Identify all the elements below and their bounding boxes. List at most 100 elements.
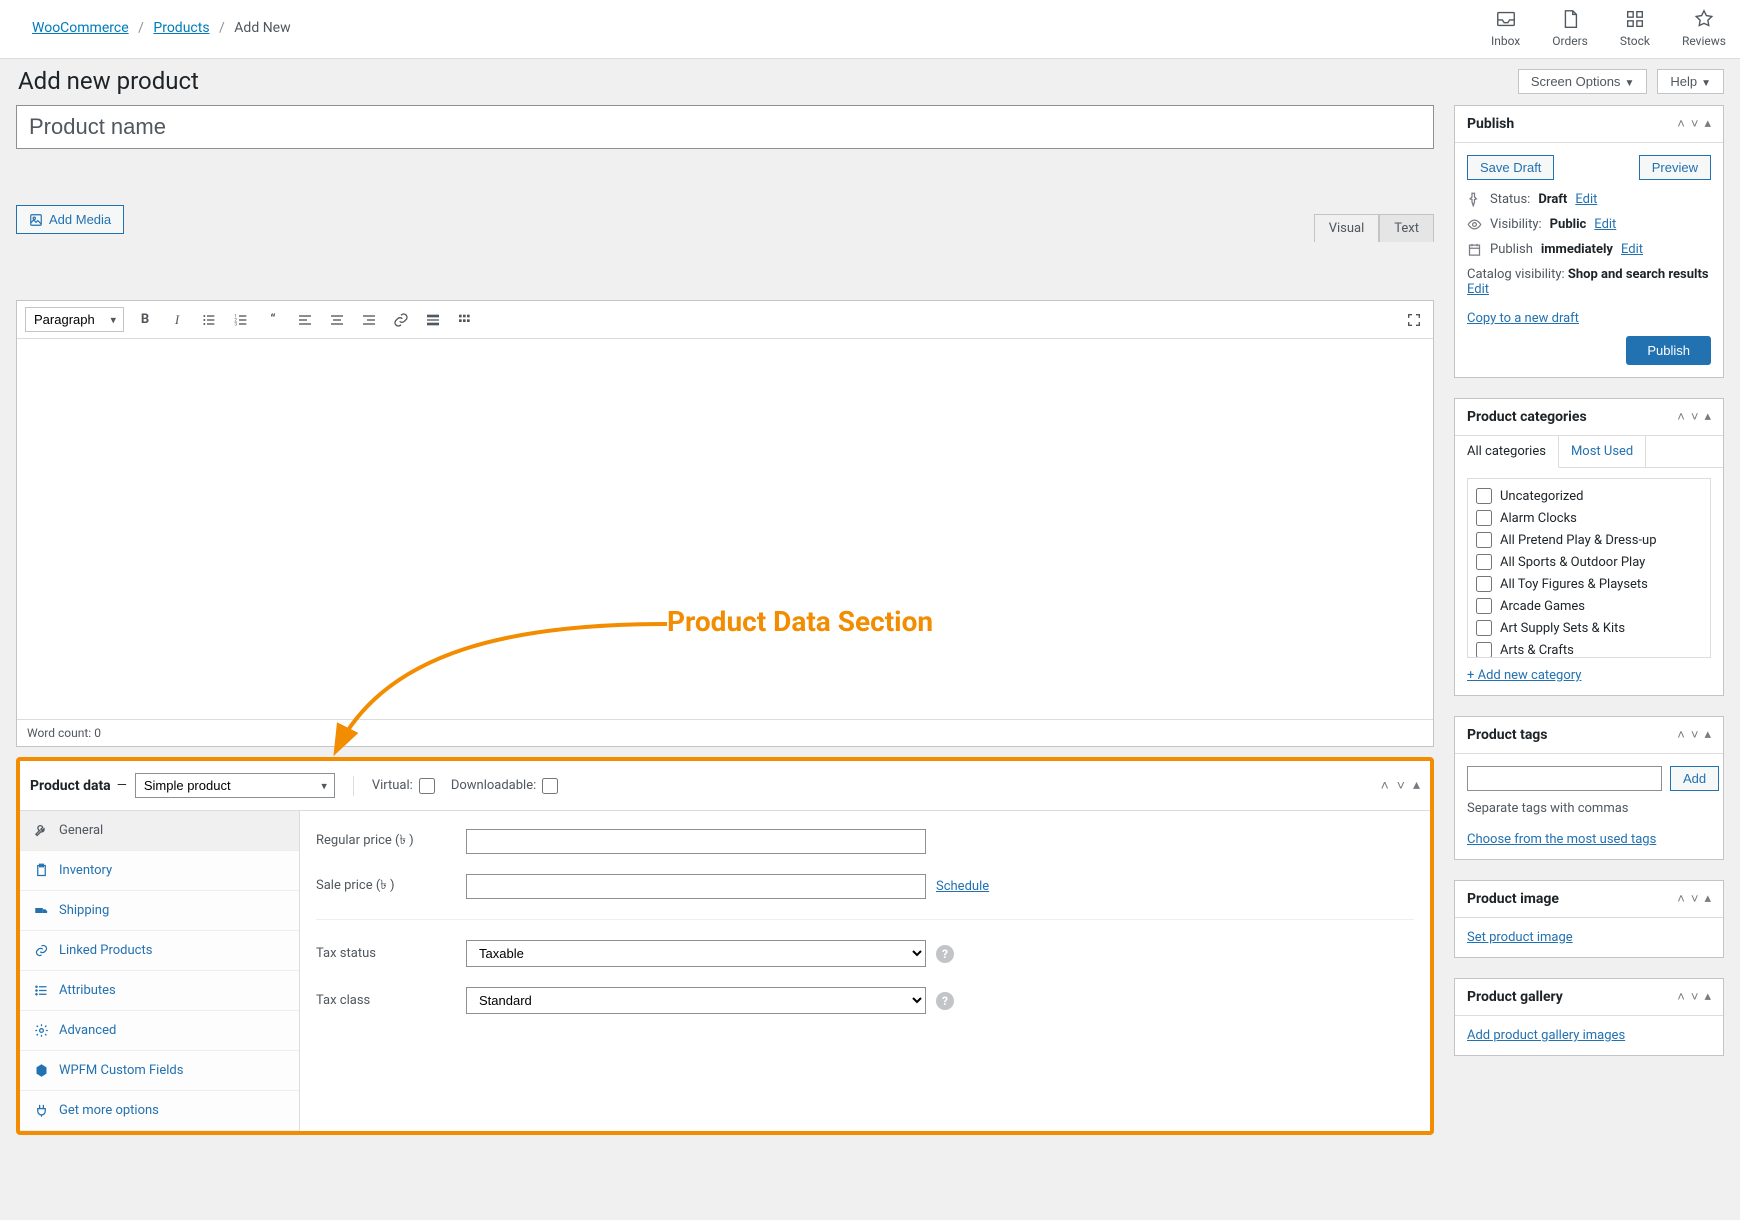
category-item[interactable]: All Pretend Play & Dress-up	[1476, 529, 1702, 551]
paragraph-select[interactable]: Paragraph	[25, 307, 124, 332]
tab-wpfm[interactable]: WPFM Custom Fields	[20, 1051, 299, 1091]
move-down-icon[interactable]: ˅	[1691, 989, 1699, 1005]
category-checkbox[interactable]	[1476, 642, 1492, 658]
align-left-button[interactable]	[294, 309, 316, 331]
tab-advanced[interactable]: Advanced	[20, 1011, 299, 1051]
toolbar-toggle-button[interactable]	[454, 309, 476, 331]
schedule-link[interactable]: Schedule	[936, 879, 989, 894]
category-checkbox[interactable]	[1476, 620, 1492, 636]
stock-button[interactable]: Stock	[1620, 8, 1650, 48]
categories-tab-most-used[interactable]: Most Used	[1559, 436, 1646, 467]
toggle-icon[interactable]: ▴	[1704, 989, 1711, 1005]
gear-icon	[34, 1023, 49, 1038]
category-checkbox[interactable]	[1476, 510, 1492, 526]
italic-button[interactable]: I	[166, 309, 188, 331]
breadcrumb-products[interactable]: Products	[153, 20, 209, 36]
breadcrumb-woocommerce[interactable]: WooCommerce	[32, 20, 129, 36]
toggle-icon[interactable]: ▴	[1704, 727, 1711, 743]
toggle-icon[interactable]: ▴	[1704, 116, 1711, 132]
category-item[interactable]: Uncategorized	[1476, 485, 1702, 507]
tab-linked-products[interactable]: Linked Products	[20, 931, 299, 971]
sale-price-input[interactable]	[466, 874, 926, 899]
breadcrumb-current: Add New	[234, 20, 290, 36]
publish-button[interactable]: Publish	[1626, 336, 1711, 365]
help-icon[interactable]: ?	[936, 992, 954, 1010]
tag-input[interactable]	[1467, 766, 1662, 791]
move-down-icon[interactable]: ˅	[1691, 727, 1699, 743]
reviews-button[interactable]: Reviews	[1682, 8, 1726, 48]
move-down-icon[interactable]: ˅	[1691, 409, 1699, 425]
activity-panel: Inbox Orders Stock Reviews	[1491, 8, 1726, 48]
move-down-icon[interactable]: ˅	[1397, 777, 1405, 794]
help-button[interactable]: Help▼	[1657, 69, 1724, 94]
category-item[interactable]: All Toy Figures & Playsets	[1476, 573, 1702, 595]
move-up-icon[interactable]: ˄	[1677, 116, 1685, 132]
category-checkbox[interactable]	[1476, 598, 1492, 614]
move-down-icon[interactable]: ˅	[1691, 116, 1699, 132]
edit-visibility-link[interactable]: Edit	[1594, 217, 1616, 232]
toggle-icon[interactable]: ▴	[1704, 409, 1711, 425]
save-draft-button[interactable]: Save Draft	[1467, 155, 1554, 180]
move-up-icon[interactable]: ˄	[1677, 409, 1685, 425]
move-up-icon[interactable]: ˄	[1677, 891, 1685, 907]
move-up-icon[interactable]: ˄	[1677, 727, 1685, 743]
regular-price-input[interactable]	[466, 829, 926, 854]
screen-options-button[interactable]: Screen Options▼	[1518, 69, 1648, 94]
tab-inventory[interactable]: Inventory	[20, 851, 299, 891]
edit-status-link[interactable]: Edit	[1575, 192, 1597, 207]
move-down-icon[interactable]: ˅	[1691, 891, 1699, 907]
category-item[interactable]: All Sports & Outdoor Play	[1476, 551, 1702, 573]
align-right-button[interactable]	[358, 309, 380, 331]
copy-to-draft-link[interactable]: Copy to a new draft	[1467, 311, 1579, 326]
category-item[interactable]: Arts & Crafts	[1476, 639, 1702, 658]
add-gallery-images-link[interactable]: Add product gallery images	[1467, 1028, 1625, 1043]
downloadable-checkbox[interactable]	[542, 778, 558, 794]
edit-catalog-visibility-link[interactable]: Edit	[1467, 282, 1489, 297]
fullscreen-button[interactable]	[1403, 309, 1425, 331]
category-checkbox[interactable]	[1476, 554, 1492, 570]
tax-status-select[interactable]: Taxable	[466, 940, 926, 967]
categories-tab-all[interactable]: All categories	[1455, 436, 1559, 468]
categories-list[interactable]: Uncategorized Alarm Clocks All Pretend P…	[1467, 478, 1711, 658]
number-list-button[interactable]: 123	[230, 309, 252, 331]
category-item[interactable]: Art Supply Sets & Kits	[1476, 617, 1702, 639]
move-up-icon[interactable]: ˄	[1381, 777, 1389, 794]
add-media-button[interactable]: Add Media	[16, 205, 124, 234]
orders-button[interactable]: Orders	[1552, 8, 1588, 48]
choose-tags-link[interactable]: Choose from the most used tags	[1467, 832, 1656, 847]
tab-shipping[interactable]: Shipping	[20, 891, 299, 931]
toggle-icon[interactable]: ▴	[1413, 777, 1420, 794]
tax-class-select[interactable]: Standard	[466, 987, 926, 1014]
set-product-image-link[interactable]: Set product image	[1467, 930, 1573, 945]
virtual-checkbox[interactable]	[419, 778, 435, 794]
edit-publish-date-link[interactable]: Edit	[1621, 242, 1643, 257]
tab-general[interactable]: General	[20, 811, 299, 851]
inbox-button[interactable]: Inbox	[1491, 8, 1520, 48]
editor-content[interactable]: Product Data Section	[17, 339, 1433, 719]
product-type-select[interactable]: Simple product	[135, 773, 335, 798]
tab-get-more-options[interactable]: Get more options	[20, 1091, 299, 1131]
product-data-tabs: General Inventory Shipping Linked Produc…	[20, 811, 300, 1131]
category-checkbox[interactable]	[1476, 532, 1492, 548]
add-new-category-link[interactable]: + Add new category	[1467, 668, 1581, 683]
category-checkbox[interactable]	[1476, 488, 1492, 504]
tab-attributes[interactable]: Attributes	[20, 971, 299, 1011]
bold-button[interactable]: B	[134, 309, 156, 331]
align-center-button[interactable]	[326, 309, 348, 331]
category-item[interactable]: Arcade Games	[1476, 595, 1702, 617]
category-item[interactable]: Alarm Clocks	[1476, 507, 1702, 529]
toggle-icon[interactable]: ▴	[1704, 891, 1711, 907]
product-title-input[interactable]	[16, 105, 1434, 149]
editor-tab-text[interactable]: Text	[1379, 214, 1434, 242]
quote-button[interactable]: “	[262, 309, 284, 331]
move-up-icon[interactable]: ˄	[1677, 989, 1685, 1005]
bullet-list-button[interactable]	[198, 309, 220, 331]
help-icon[interactable]: ?	[936, 945, 954, 963]
link-button[interactable]	[390, 309, 412, 331]
bullet-list-icon	[201, 312, 217, 328]
add-tag-button[interactable]: Add	[1670, 766, 1719, 791]
preview-button[interactable]: Preview	[1639, 155, 1711, 180]
editor-tab-visual[interactable]: Visual	[1314, 214, 1380, 242]
readmore-button[interactable]	[422, 309, 444, 331]
category-checkbox[interactable]	[1476, 576, 1492, 592]
